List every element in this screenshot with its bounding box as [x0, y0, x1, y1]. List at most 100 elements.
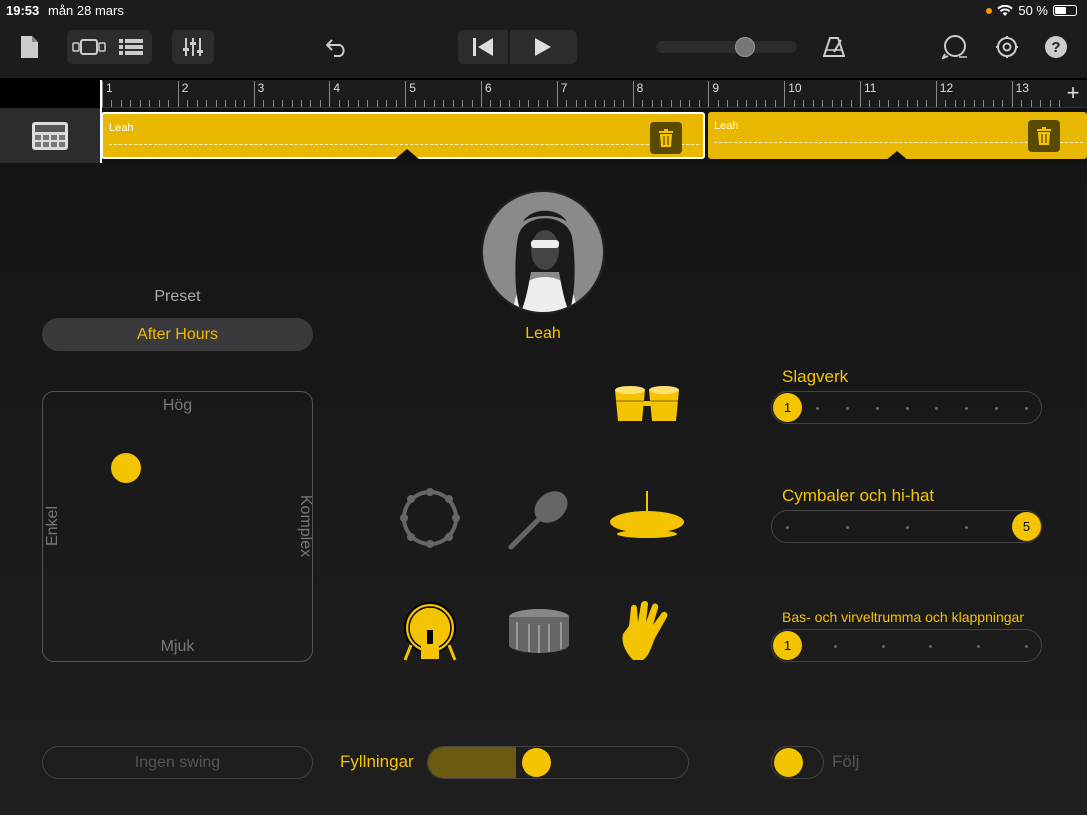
loop-icon: [942, 35, 967, 59]
ruler-tick: [319, 100, 321, 107]
ruler-tick: [130, 100, 132, 107]
timeline-ruler[interactable]: 1 2 3 4 5 6 7 8 9 10 11 12 13: [100, 80, 1087, 108]
ruler-bar-number: 4: [333, 81, 341, 95]
kick-drum-instrument[interactable]: [400, 599, 460, 663]
metronome-icon: [823, 37, 845, 57]
drummer-name: Leah: [525, 325, 561, 342]
drummer-avatar[interactable]: [481, 190, 605, 314]
ruler-tick: [357, 100, 359, 107]
help-icon: ?: [1051, 38, 1061, 56]
hand-clap-icon: [622, 601, 668, 660]
slider-thumb[interactable]: 1: [773, 631, 802, 660]
playhead[interactable]: [100, 80, 102, 163]
ruler-tick: [537, 100, 539, 107]
delete-region-button[interactable]: [1028, 120, 1060, 152]
xy-pad-bottom-label: Mjuk: [160, 638, 195, 655]
master-volume-thumb[interactable]: [735, 37, 755, 57]
loop-browser-button[interactable]: [940, 32, 970, 62]
swing-button[interactable]: Ingen swing: [42, 746, 313, 779]
ruler-tick: [566, 100, 568, 107]
xy-pad-puck[interactable]: [111, 453, 141, 483]
ruler-bar-number: 9: [712, 81, 720, 95]
ruler-tick: [253, 81, 255, 107]
cymbals-instrument[interactable]: [608, 488, 686, 540]
cymbals-slider[interactable]: 5: [771, 510, 1042, 543]
slider-step-dot: [845, 407, 849, 410]
ruler-tick: [168, 100, 170, 107]
ruler-tick: [897, 100, 899, 107]
ruler-tick: [585, 100, 587, 107]
ruler-tick: [575, 100, 577, 107]
play-button[interactable]: [520, 32, 566, 62]
xy-pad[interactable]: Hög Mjuk Enkel Komplex: [42, 391, 314, 662]
browser-view-icon: [72, 39, 106, 55]
fills-slider-thumb[interactable]: [521, 748, 551, 777]
ruler-tick: [613, 100, 615, 107]
ruler-tick: [1011, 81, 1013, 107]
ruler-tick: [300, 100, 302, 107]
ruler-bar-number: 3: [257, 81, 265, 95]
snare-instrument[interactable]: [506, 605, 572, 657]
ruler-tick: [433, 100, 435, 107]
ruler-tick: [225, 100, 227, 107]
ruler-tick: [869, 100, 871, 107]
ruler-tick: [206, 100, 208, 107]
ruler-tick: [717, 100, 719, 107]
ruler-tick: [1002, 100, 1004, 107]
slider-thumb[interactable]: 5: [1012, 512, 1041, 541]
ruler-tick: [348, 100, 350, 107]
settings-button[interactable]: [992, 32, 1022, 62]
controls-button[interactable]: [174, 32, 212, 62]
trash-icon: [659, 129, 673, 147]
metronome-button[interactable]: [820, 34, 848, 60]
tracks-view-button[interactable]: [112, 32, 150, 62]
add-section-button[interactable]: +: [1062, 80, 1084, 105]
slider-step-dot: [905, 526, 909, 529]
my-songs-button[interactable]: [16, 34, 42, 60]
region-pattern: [109, 144, 699, 146]
percussion-instrument[interactable]: [610, 381, 684, 425]
go-to-beginning-button[interactable]: [460, 32, 506, 62]
drummer-region[interactable]: Leah: [101, 112, 705, 159]
preset-button[interactable]: After Hours: [42, 318, 313, 351]
skip-back-icon: [473, 38, 493, 56]
ruler-tick: [860, 81, 861, 107]
ruler-tick: [973, 100, 975, 107]
kick-drum-icon: [403, 602, 457, 661]
slider-step-dot: [905, 407, 909, 410]
ruler-tick: [623, 100, 625, 107]
instrument-view-button[interactable]: [70, 32, 108, 62]
ruler-tick: [746, 100, 748, 107]
trash-icon: [1037, 127, 1051, 145]
clap-instrument[interactable]: [618, 599, 676, 663]
ruler-tick: [499, 100, 501, 107]
slider-step-dot: [965, 407, 969, 410]
percussion-slider[interactable]: 1: [771, 391, 1042, 424]
master-volume-slider[interactable]: [656, 41, 797, 53]
ruler-bar-number: 7: [560, 81, 568, 95]
ruler-tick: [471, 100, 473, 107]
ruler-tick: [272, 100, 274, 107]
track-lane: Leah Leah: [100, 108, 1087, 163]
tambourine-instrument[interactable]: [398, 486, 462, 550]
follow-toggle[interactable]: [771, 746, 824, 779]
track-header-drummer[interactable]: [0, 108, 100, 163]
ruler-tick: [992, 100, 994, 107]
plus-icon: +: [1066, 80, 1080, 105]
undo-button[interactable]: [322, 34, 352, 60]
shaker-instrument[interactable]: [506, 486, 572, 552]
kick-snare-slider[interactable]: 1: [771, 629, 1042, 662]
follow-toggle-thumb[interactable]: [774, 748, 803, 777]
ruler-tick: [139, 100, 141, 107]
fills-slider[interactable]: [427, 746, 689, 779]
ruler-tick: [935, 81, 937, 107]
slider-thumb[interactable]: 1: [773, 393, 802, 422]
delete-region-button[interactable]: [650, 122, 682, 154]
ruler-tick: [926, 100, 928, 107]
help-button[interactable]: ?: [1045, 36, 1067, 58]
drummer-region[interactable]: Leah: [708, 112, 1087, 161]
battery-percent: 50 %: [1018, 3, 1048, 18]
ruler-tick: [689, 100, 691, 107]
slider-step-dot: [995, 407, 999, 410]
ruler-tick: [888, 100, 890, 107]
